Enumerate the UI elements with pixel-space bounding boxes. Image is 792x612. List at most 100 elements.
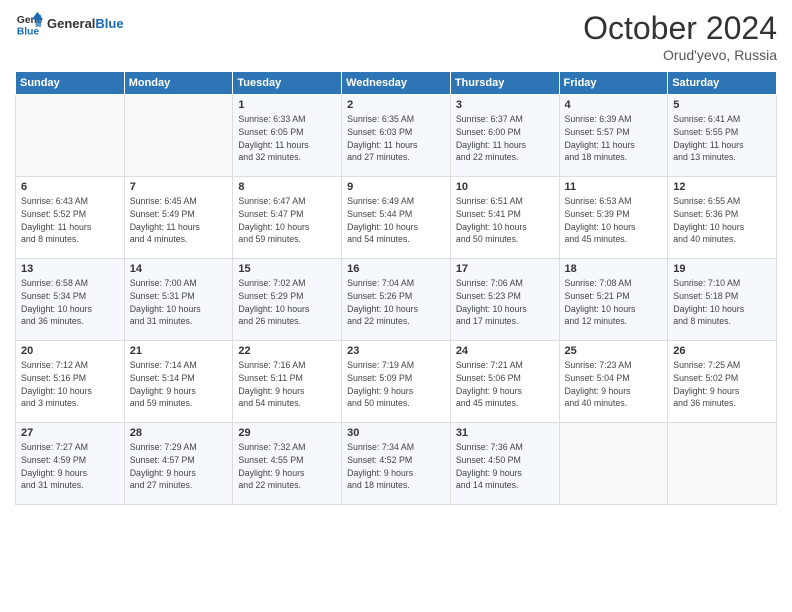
- day-info: Sunrise: 6:51 AMSunset: 5:41 PMDaylight:…: [456, 195, 554, 246]
- day-info: Sunrise: 6:35 AMSunset: 6:03 PMDaylight:…: [347, 113, 445, 164]
- day-number: 31: [456, 427, 554, 439]
- day-number: 3: [456, 99, 554, 111]
- day-number: 17: [456, 263, 554, 275]
- day-info: Sunrise: 7:25 AMSunset: 5:02 PMDaylight:…: [673, 359, 771, 410]
- day-info: Sunrise: 7:06 AMSunset: 5:23 PMDaylight:…: [456, 277, 554, 328]
- col-header-saturday: Saturday: [668, 72, 777, 95]
- calendar-cell: 18Sunrise: 7:08 AMSunset: 5:21 PMDayligh…: [559, 259, 668, 341]
- calendar-cell: 2 Sunrise: 6:35 AMSunset: 6:03 PMDaylight…: [342, 95, 451, 177]
- col-header-thursday: Thursday: [450, 72, 559, 95]
- day-number: 29: [238, 427, 336, 439]
- day-number: 13: [21, 263, 119, 275]
- day-info: Sunrise: 7:27 AMSunset: 4:59 PMDaylight:…: [21, 441, 119, 492]
- calendar-cell: [668, 423, 777, 505]
- day-number: 12: [673, 181, 771, 193]
- calendar-cell: [16, 95, 125, 177]
- calendar-header-row: SundayMondayTuesdayWednesdayThursdayFrid…: [16, 72, 777, 95]
- col-header-monday: Monday: [124, 72, 233, 95]
- day-info: Sunrise: 6:55 AMSunset: 5:36 PMDaylight:…: [673, 195, 771, 246]
- col-header-tuesday: Tuesday: [233, 72, 342, 95]
- calendar-cell: 27 Sunrise: 7:27 AMSunset: 4:59 PMDayligh…: [16, 423, 125, 505]
- day-info: Sunrise: 7:14 AMSunset: 5:14 PMDaylight:…: [130, 359, 228, 410]
- day-info: Sunrise: 7:12 AMSunset: 5:16 PMDaylight:…: [21, 359, 119, 410]
- calendar-cell: 31 Sunrise: 7:36 AMSunset: 4:50 PMDayligh…: [450, 423, 559, 505]
- day-info: Sunrise: 7:04 AMSunset: 5:26 PMDaylight:…: [347, 277, 445, 328]
- day-number: 20: [21, 345, 119, 357]
- day-info: Sunrise: 6:53 AMSunset: 5:39 PMDaylight:…: [565, 195, 663, 246]
- col-header-sunday: Sunday: [16, 72, 125, 95]
- day-number: 2: [347, 99, 445, 111]
- day-info: Sunrise: 7:02 AMSunset: 5:29 PMDaylight:…: [238, 277, 336, 328]
- calendar-week-row: 1 Sunrise: 6:33 AMSunset: 6:05 PMDaylight…: [16, 95, 777, 177]
- day-number: 26: [673, 345, 771, 357]
- calendar-cell: 26 Sunrise: 7:25 AMSunset: 5:02 PMDayligh…: [668, 341, 777, 423]
- day-info: Sunrise: 6:37 AMSunset: 6:00 PMDaylight:…: [456, 113, 554, 164]
- main-title: October 2024: [583, 10, 777, 47]
- day-info: Sunrise: 7:16 AMSunset: 5:11 PMDaylight:…: [238, 359, 336, 410]
- day-number: 1: [238, 99, 336, 111]
- day-info: Sunrise: 6:33 AMSunset: 6:05 PMDaylight:…: [238, 113, 336, 164]
- day-number: 22: [238, 345, 336, 357]
- day-info: Sunrise: 6:39 AMSunset: 5:57 PMDaylight:…: [565, 113, 663, 164]
- calendar-cell: 21 Sunrise: 7:14 AMSunset: 5:14 PMDayligh…: [124, 341, 233, 423]
- day-info: Sunrise: 7:36 AMSunset: 4:50 PMDaylight:…: [456, 441, 554, 492]
- calendar-cell: 4 Sunrise: 6:39 AMSunset: 5:57 PMDaylight…: [559, 95, 668, 177]
- calendar-week-row: 13Sunrise: 6:58 AMSunset: 5:34 PMDayligh…: [16, 259, 777, 341]
- col-header-wednesday: Wednesday: [342, 72, 451, 95]
- calendar-week-row: 6Sunrise: 6:43 AMSunset: 5:52 PMDaylight…: [16, 177, 777, 259]
- calendar-cell: 10Sunrise: 6:51 AMSunset: 5:41 PMDayligh…: [450, 177, 559, 259]
- day-number: 8: [238, 181, 336, 193]
- day-number: 4: [565, 99, 663, 111]
- day-info: Sunrise: 6:41 AMSunset: 5:55 PMDaylight:…: [673, 113, 771, 164]
- day-number: 28: [130, 427, 228, 439]
- calendar-cell: 22 Sunrise: 7:16 AMSunset: 5:11 PMDayligh…: [233, 341, 342, 423]
- calendar-cell: 16Sunrise: 7:04 AMSunset: 5:26 PMDayligh…: [342, 259, 451, 341]
- day-number: 25: [565, 345, 663, 357]
- day-info: Sunrise: 7:08 AMSunset: 5:21 PMDaylight:…: [565, 277, 663, 328]
- day-number: 24: [456, 345, 554, 357]
- day-number: 27: [21, 427, 119, 439]
- calendar-cell: [559, 423, 668, 505]
- day-info: Sunrise: 6:47 AMSunset: 5:47 PMDaylight:…: [238, 195, 336, 246]
- calendar-cell: 29 Sunrise: 7:32 AMSunset: 4:55 PMDayligh…: [233, 423, 342, 505]
- calendar-cell: [124, 95, 233, 177]
- calendar-cell: 13Sunrise: 6:58 AMSunset: 5:34 PMDayligh…: [16, 259, 125, 341]
- calendar-cell: 28Sunrise: 7:29 AMSunset: 4:57 PMDayligh…: [124, 423, 233, 505]
- sub-title: Orud'yevo, Russia: [583, 47, 777, 63]
- svg-text:Blue: Blue: [17, 26, 40, 37]
- calendar-week-row: 27 Sunrise: 7:27 AMSunset: 4:59 PMDayligh…: [16, 423, 777, 505]
- calendar-cell: 30 Sunrise: 7:34 AMSunset: 4:52 PMDayligh…: [342, 423, 451, 505]
- logo-blue: Blue: [95, 16, 123, 31]
- calendar-cell: 23Sunrise: 7:19 AMSunset: 5:09 PMDayligh…: [342, 341, 451, 423]
- day-number: 7: [130, 181, 228, 193]
- day-info: Sunrise: 6:45 AMSunset: 5:49 PMDaylight:…: [130, 195, 228, 246]
- calendar-week-row: 20 Sunrise: 7:12 AMSunset: 5:16 PMDayligh…: [16, 341, 777, 423]
- calendar-cell: 8 Sunrise: 6:47 AMSunset: 5:47 PMDaylight…: [233, 177, 342, 259]
- day-info: Sunrise: 7:23 AMSunset: 5:04 PMDaylight:…: [565, 359, 663, 410]
- logo-icon: General Blue: [15, 10, 43, 38]
- calendar-cell: 9Sunrise: 6:49 AMSunset: 5:44 PMDaylight…: [342, 177, 451, 259]
- calendar-table: SundayMondayTuesdayWednesdayThursdayFrid…: [15, 71, 777, 505]
- calendar-cell: 25 Sunrise: 7:23 AMSunset: 5:04 PMDayligh…: [559, 341, 668, 423]
- day-number: 21: [130, 345, 228, 357]
- calendar-cell: 20 Sunrise: 7:12 AMSunset: 5:16 PMDayligh…: [16, 341, 125, 423]
- day-number: 15: [238, 263, 336, 275]
- day-number: 5: [673, 99, 771, 111]
- day-info: Sunrise: 7:00 AMSunset: 5:31 PMDaylight:…: [130, 277, 228, 328]
- day-number: 11: [565, 181, 663, 193]
- day-info: Sunrise: 7:32 AMSunset: 4:55 PMDaylight:…: [238, 441, 336, 492]
- day-info: Sunrise: 7:34 AMSunset: 4:52 PMDaylight:…: [347, 441, 445, 492]
- calendar-cell: 11 Sunrise: 6:53 AMSunset: 5:39 PMDayligh…: [559, 177, 668, 259]
- calendar-cell: 15 Sunrise: 7:02 AMSunset: 5:29 PMDayligh…: [233, 259, 342, 341]
- calendar-cell: 5 Sunrise: 6:41 AMSunset: 5:55 PMDaylight…: [668, 95, 777, 177]
- day-number: 6: [21, 181, 119, 193]
- day-number: 30: [347, 427, 445, 439]
- calendar-cell: 6Sunrise: 6:43 AMSunset: 5:52 PMDaylight…: [16, 177, 125, 259]
- calendar-cell: 14Sunrise: 7:00 AMSunset: 5:31 PMDayligh…: [124, 259, 233, 341]
- logo-general: General: [47, 16, 95, 31]
- col-header-friday: Friday: [559, 72, 668, 95]
- day-number: 19: [673, 263, 771, 275]
- title-block: October 2024 Orud'yevo, Russia: [583, 10, 777, 63]
- calendar-cell: 7 Sunrise: 6:45 AMSunset: 5:49 PMDaylight…: [124, 177, 233, 259]
- day-info: Sunrise: 7:21 AMSunset: 5:06 PMDaylight:…: [456, 359, 554, 410]
